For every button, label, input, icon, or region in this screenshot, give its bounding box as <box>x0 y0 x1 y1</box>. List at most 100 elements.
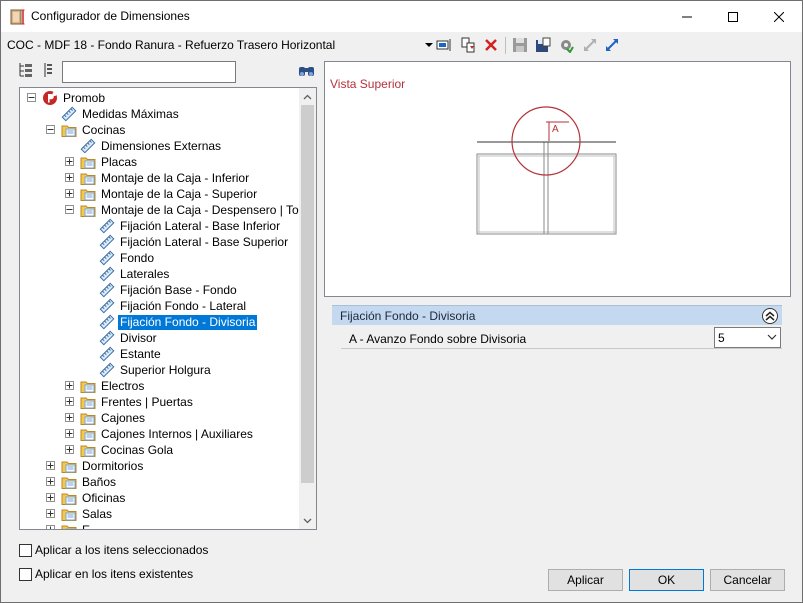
tree-item-label: Medidas Máximas <box>82 106 179 121</box>
tree-item[interactable]: Cajones Internos | Auxiliares <box>80 426 255 442</box>
preview-panel: Vista Superior A <box>324 61 791 297</box>
tree-item[interactable]: Oficinas <box>61 490 127 506</box>
expand-node-icon[interactable] <box>65 157 74 166</box>
delete-icon[interactable] <box>482 36 500 54</box>
config-name[interactable]: COC - MDF 18 - Fondo Ranura - Refuerzo T… <box>7 38 335 52</box>
close-button[interactable] <box>756 1 802 32</box>
folder-icon <box>80 170 96 186</box>
binoculars-icon[interactable] <box>298 64 315 80</box>
expand-node-icon[interactable] <box>65 445 74 454</box>
expand-node-icon[interactable] <box>65 397 74 406</box>
tree-item-label: Montaje de la Caja - Superior <box>101 186 258 201</box>
expand-node-icon[interactable] <box>65 189 74 198</box>
tree-item[interactable]: Fondo <box>99 250 156 266</box>
copy-icon[interactable] <box>459 36 477 54</box>
ruler-icon <box>99 362 115 378</box>
tree-item[interactable]: Promob <box>42 90 107 106</box>
tree-item[interactable]: Divisor <box>99 330 159 346</box>
maximize-icon <box>728 11 738 22</box>
tree-item[interactable]: Montaje de la Caja - Despensero | Torres <box>80 202 316 218</box>
expand-node-icon[interactable] <box>65 429 74 438</box>
tree-item[interactable]: Placas <box>80 154 139 170</box>
tree-item[interactable]: Fijación Fondo - Lateral <box>99 298 248 314</box>
minimize-button[interactable] <box>664 1 710 32</box>
collapse-node-icon[interactable] <box>27 93 36 102</box>
tree-item[interactable]: Fijación Fondo - Divisoria <box>99 313 259 331</box>
ok-button[interactable]: OK <box>629 569 704 591</box>
expand-node-icon[interactable] <box>65 413 74 422</box>
tree-item[interactable]: Electros <box>80 378 146 394</box>
scroll-thumb[interactable] <box>301 105 314 483</box>
tree-item-label: Fijación Lateral - Base Superior <box>120 234 289 249</box>
tree-item-label: Promob <box>63 90 106 105</box>
ruler-icon <box>99 314 115 330</box>
collapse-node-icon[interactable] <box>46 125 55 134</box>
tree-item[interactable]: Dimensiones Externas <box>80 138 223 154</box>
scroll-up-icon[interactable] <box>299 88 316 105</box>
expand-node-icon[interactable] <box>65 381 74 390</box>
select-object-icon[interactable] <box>435 36 453 54</box>
scroll-down-icon[interactable] <box>299 512 316 529</box>
ruler-icon <box>99 298 115 314</box>
property-group-header[interactable]: Fijación Fondo - Divisoria <box>332 305 782 325</box>
apply-selected-option[interactable]: Aplicar a los itens seleccionados <box>19 542 208 558</box>
apply-selected-label: Aplicar a los itens seleccionados <box>35 543 209 557</box>
collapse-group-button[interactable] <box>762 308 778 324</box>
cancel-button[interactable]: Cancelar <box>710 569 785 591</box>
tree-item[interactable]: Fijación Lateral - Base Superior <box>99 234 290 250</box>
collapse-all-icon[interactable] <box>41 62 57 78</box>
expand-node-icon[interactable] <box>46 525 55 529</box>
save-as-icon[interactable] <box>534 36 552 54</box>
tree-item-label: Cajones Internos | Auxiliares <box>101 426 253 441</box>
property-group-title: Fijación Fondo - Divisoria <box>340 309 476 323</box>
ruler-icon <box>99 266 115 282</box>
app-icon <box>10 9 26 25</box>
tree-item[interactable]: E... <box>61 522 102 529</box>
tree-item[interactable]: Cocinas Gola <box>80 442 175 458</box>
dialog-window: Configurador de Dimensiones COC - MDF 18… <box>0 0 803 603</box>
save-icon[interactable] <box>511 36 529 54</box>
apply-selected-checkbox[interactable] <box>19 543 32 557</box>
expand-node-icon[interactable] <box>46 461 55 470</box>
tree-item[interactable]: Fijación Lateral - Base Inferior <box>99 218 282 234</box>
property-label: A - Avanzo Fondo sobre Divisoria <box>349 332 527 346</box>
folder-icon <box>61 522 77 529</box>
expand-all-icon[interactable] <box>18 62 34 78</box>
apply-existing-checkbox[interactable] <box>19 567 32 581</box>
tree-view[interactable]: Promob Medidas Máximas Cocinas Dimensiones … <box>19 87 317 530</box>
apply-button[interactable]: Aplicar <box>548 569 623 591</box>
collapse-arrows-icon[interactable] <box>603 36 621 54</box>
property-value-select[interactable]: 5 <box>714 327 781 348</box>
collapse-node-icon[interactable] <box>65 205 74 214</box>
ruler-icon <box>61 106 77 122</box>
tree-scrollbar[interactable] <box>299 88 316 529</box>
tree-item[interactable]: Dormitorios <box>61 458 145 474</box>
expand-node-icon[interactable] <box>46 509 55 518</box>
expand-node-icon[interactable] <box>46 477 55 486</box>
expand-node-icon[interactable] <box>46 493 55 502</box>
tree-item[interactable]: Montaje de la Caja - Inferior <box>80 170 251 186</box>
tree-item[interactable]: Frentes | Puertas <box>80 394 195 410</box>
ruler-icon <box>99 330 115 346</box>
folder-icon <box>80 410 96 426</box>
tree-item[interactable]: Cajones <box>80 410 147 426</box>
tree-item-label: Salas <box>82 506 113 521</box>
expand-node-icon[interactable] <box>65 173 74 182</box>
tree-item[interactable]: Medidas Máximas <box>61 106 181 122</box>
tree-item[interactable]: Superior Holgura <box>99 362 213 378</box>
search-input[interactable] <box>62 61 236 83</box>
tree-item[interactable]: Cocinas <box>61 122 127 138</box>
settings-icon[interactable] <box>557 36 575 54</box>
tree-item[interactable]: Estante <box>99 346 163 362</box>
expand-arrows-icon[interactable] <box>581 36 599 54</box>
tree-item[interactable]: Laterales <box>99 266 171 282</box>
tree-item-label: Superior Holgura <box>120 362 211 377</box>
apply-existing-option[interactable]: Aplicar en los itens existentes <box>19 566 193 582</box>
tree-item[interactable]: Baños <box>61 474 118 490</box>
ruler-icon <box>99 234 115 250</box>
ruler-icon <box>99 282 115 298</box>
maximize-button[interactable] <box>710 1 756 32</box>
tree-item[interactable]: Fijación Base - Fondo <box>99 282 239 298</box>
tree-item[interactable]: Montaje de la Caja - Superior <box>80 186 259 202</box>
tree-item[interactable]: Salas <box>61 506 114 522</box>
